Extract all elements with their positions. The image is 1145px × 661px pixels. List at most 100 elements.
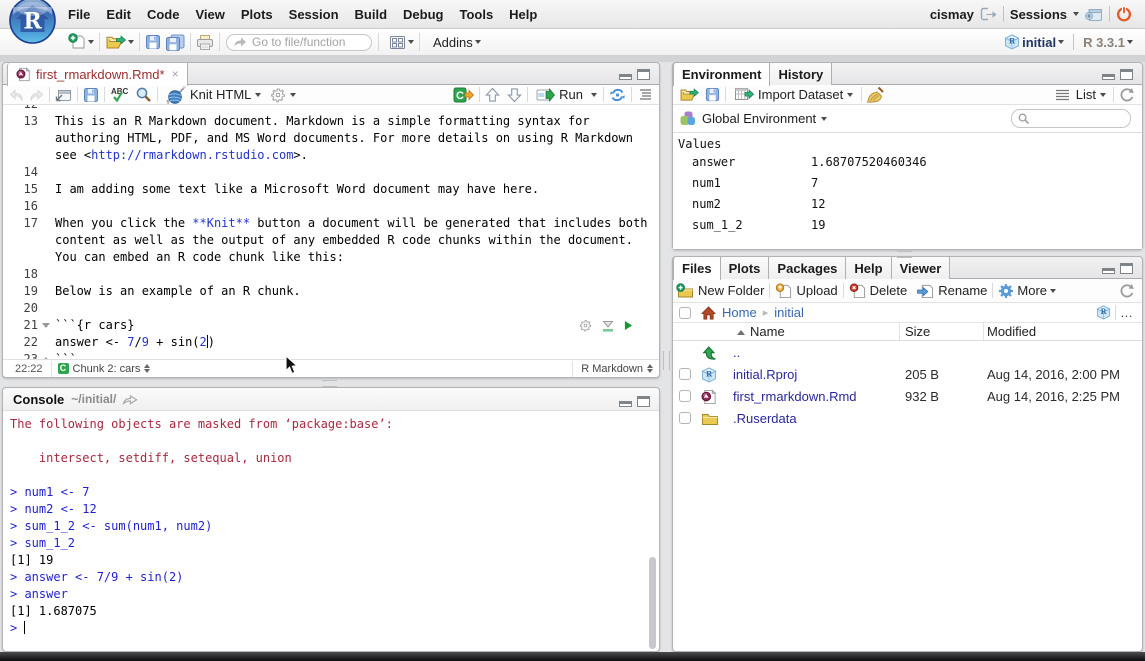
select-all-checkbox[interactable] (679, 307, 691, 319)
refresh-icon[interactable] (1119, 87, 1135, 103)
clear-workspace-broom-icon[interactable] (867, 86, 884, 103)
new-file-button[interactable] (66, 33, 96, 51)
menu-view[interactable]: View (192, 7, 227, 22)
editor-row[interactable]: 17When you click the **Knit** button a d… (3, 215, 659, 232)
editor-row[interactable]: content as well as the output of any emb… (3, 232, 659, 249)
goto-file-input[interactable]: Go to file/function (226, 34, 372, 51)
rename-button[interactable]: Rename (914, 283, 989, 299)
editor-row[interactable]: 15I am adding some text like a Microsoft… (3, 181, 659, 198)
tab-history[interactable]: History (770, 63, 832, 85)
new-folder-button[interactable]: New Folder (674, 283, 766, 299)
menu-edit[interactable]: Edit (103, 7, 134, 22)
file-name-link[interactable]: first_rmarkdown.Rmd (733, 389, 857, 404)
tab-plots[interactable]: Plots (721, 257, 770, 279)
menu-tools[interactable]: Tools (456, 7, 496, 22)
maximize-pane-button[interactable] (1120, 69, 1133, 80)
column-header-size[interactable]: Size (905, 324, 930, 339)
editor-row[interactable]: 14 (3, 164, 659, 181)
editor-row[interactable]: 21```{r cars} (3, 317, 659, 334)
editor-row[interactable]: You can embed an R code chunk like this: (3, 249, 659, 266)
editor-row[interactable]: see <http://rmarkdown.rstudio.com>. (3, 147, 659, 164)
editor-row[interactable]: authoring HTML, PDF, and MS Word documen… (3, 130, 659, 147)
spellcheck-icon[interactable] (110, 86, 130, 103)
save-all-button[interactable] (163, 34, 187, 51)
menu-help[interactable]: Help (506, 7, 540, 22)
environment-variable-row[interactable]: num212 (673, 196, 1142, 217)
environment-search-input[interactable] (1011, 109, 1131, 128)
chunk-options-gear-icon[interactable] (579, 319, 592, 332)
close-tab-icon[interactable]: × (172, 64, 179, 85)
sign-out-icon[interactable] (980, 7, 997, 21)
file-checkbox[interactable] (679, 390, 691, 402)
maximize-pane-button[interactable] (637, 69, 650, 80)
chunk-nav-label[interactable]: Chunk 2: cars (73, 363, 141, 375)
save-workspace-icon[interactable] (705, 87, 720, 102)
home-icon[interactable] (701, 306, 716, 320)
more-columns-button[interactable]: … (1120, 305, 1134, 320)
forward-icon[interactable] (28, 88, 44, 102)
find-replace-icon[interactable] (135, 86, 152, 103)
power-quit-icon[interactable] (1116, 6, 1132, 22)
minimize-pane-button[interactable] (1102, 268, 1115, 274)
console-popout-icon[interactable] (122, 393, 138, 405)
column-header-modified[interactable]: Modified (987, 324, 1036, 339)
pane-layout-button[interactable] (387, 35, 416, 50)
list-view-button[interactable]: List (1074, 87, 1108, 102)
environment-variable-row[interactable]: sum_1_219 (673, 217, 1142, 238)
minimize-pane-button[interactable] (1102, 74, 1115, 80)
editor-row[interactable]: 13This is an R Markdown document. Markdo… (3, 113, 659, 130)
file-checkbox[interactable] (679, 412, 691, 424)
editor-row[interactable]: 22answer <- 7/9 + sin(2) (3, 334, 659, 351)
project-menu[interactable]: initial (1002, 34, 1066, 50)
run-button[interactable]: Run (533, 87, 600, 102)
open-file-button[interactable] (103, 34, 136, 50)
tab-help[interactable]: Help (846, 257, 891, 279)
column-header-name[interactable]: Name (737, 324, 785, 339)
minimize-pane-button[interactable] (619, 74, 632, 80)
environment-variable-row[interactable]: answer1.68707520460346 (673, 154, 1142, 175)
file-row--Ruserdata[interactable]: .Ruserdata (673, 408, 1142, 430)
maximize-pane-button[interactable] (637, 396, 650, 407)
run-chunk-icon[interactable] (624, 320, 633, 331)
file-name-link[interactable]: .. (733, 345, 740, 360)
import-dataset-button[interactable]: Import Dataset (731, 87, 856, 102)
console-output[interactable]: The following objects are masked from ‘p… (3, 411, 659, 651)
horizontal-splitter-right[interactable] (897, 251, 912, 258)
insert-chunk-icon[interactable] (453, 87, 474, 103)
knit-button[interactable]: Knit HTML (163, 86, 264, 104)
rerun-icon[interactable] (609, 87, 626, 103)
file-name-link[interactable]: .Ruserdata (733, 411, 797, 426)
minimize-pane-button[interactable] (619, 401, 632, 407)
tab-files[interactable]: Files (673, 257, 721, 280)
delete-button[interactable]: Delete (847, 283, 910, 299)
editor-row[interactable]: 12 (3, 105, 659, 113)
breadcrumb-initial[interactable]: initial (774, 305, 804, 320)
open-new-window-icon[interactable] (55, 87, 72, 102)
run-chunks-above-icon[interactable] (602, 320, 614, 332)
refresh-icon[interactable] (1119, 283, 1135, 299)
editor-row[interactable]: 19Below is an example of an R chunk. (3, 283, 659, 300)
menu-debug[interactable]: Debug (400, 7, 446, 22)
upload-button[interactable]: Upload (773, 283, 839, 299)
menu-session[interactable]: Session (286, 7, 342, 22)
breadcrumb-home[interactable]: Home (722, 305, 757, 320)
menu-build[interactable]: Build (352, 7, 391, 22)
new-session-icon[interactable] (1085, 7, 1103, 22)
go-to-next-chunk-icon[interactable] (507, 87, 522, 103)
file-row-first-rmarkdown-Rmd[interactable]: first_rmarkdown.Rmd932 BAug 14, 2016, 2:… (673, 386, 1142, 408)
menu-code[interactable]: Code (144, 7, 183, 22)
save-button[interactable] (143, 34, 163, 50)
go-to-previous-chunk-icon[interactable] (485, 87, 500, 103)
editor-row[interactable]: 16 (3, 198, 659, 215)
tab-packages[interactable]: Packages (769, 257, 846, 279)
code-fold-icon[interactable] (42, 323, 50, 328)
code-editor[interactable]: 1213This is an R Markdown document. Mark… (3, 105, 659, 360)
document-outline-icon[interactable] (637, 88, 653, 101)
file-checkbox[interactable] (679, 368, 691, 380)
back-icon[interactable] (9, 88, 25, 102)
menu-file[interactable]: File (65, 7, 93, 22)
addins-button[interactable]: Addins (431, 35, 483, 50)
sessions-menu[interactable]: Sessions (1010, 7, 1067, 22)
knit-settings-button[interactable] (267, 87, 299, 103)
horizontal-splitter-left[interactable] (322, 380, 337, 387)
